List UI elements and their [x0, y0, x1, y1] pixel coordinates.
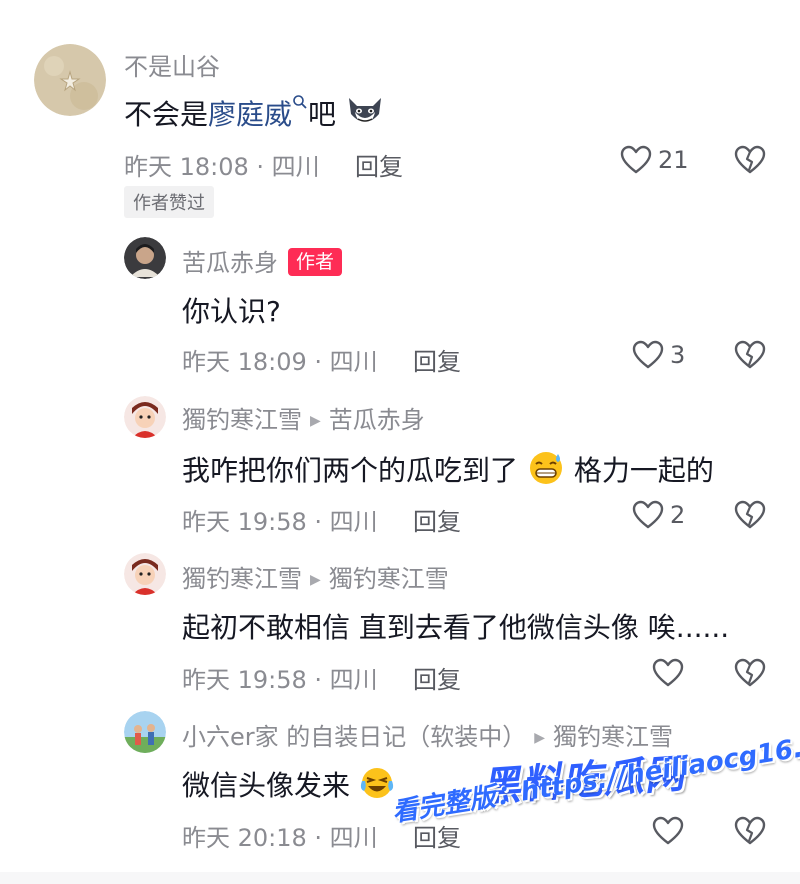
like-button[interactable]: 3	[632, 340, 685, 370]
starfish-sand-avatar-icon	[34, 44, 106, 116]
reply-text-before: 微信头像发来	[182, 769, 351, 802]
reply-button[interactable]: 回复	[413, 502, 461, 537]
like-button[interactable]	[652, 816, 684, 846]
avatar[interactable]	[124, 711, 166, 753]
avatar[interactable]	[124, 237, 166, 279]
avatar[interactable]	[34, 44, 106, 116]
reply-time: 昨天 19:58 · 四川	[182, 508, 378, 536]
reply-to-username[interactable]: 苦瓜赤身	[329, 406, 425, 434]
reply-button[interactable]: 回复	[413, 660, 461, 695]
reply-time: 昨天 19:58 · 四川	[182, 666, 378, 694]
reply-text-before: 我咋把你们两个的瓜吃到了	[182, 454, 519, 487]
author-liked-badge: 作者赞过	[124, 186, 214, 218]
broken-heart-icon	[734, 145, 766, 174]
heart-icon	[652, 816, 684, 845]
reply-time: 昨天 18:09 · 四川	[182, 348, 378, 376]
broken-heart-icon	[734, 340, 766, 369]
dislike-button[interactable]	[734, 340, 766, 374]
reply-username-text[interactable]: 小六er家 的自装日记（软装中）	[182, 723, 526, 751]
comment-text-after: 吧	[308, 98, 337, 131]
reply-time: 昨天 20:18 · 四川	[182, 824, 378, 852]
dislike-button[interactable]	[734, 816, 766, 850]
reply-text: 起初不敢相信 直到去看了他微信头像 唉......	[182, 611, 730, 644]
like-button[interactable]	[652, 658, 684, 688]
comment-time: 昨天 18:08 · 四川	[124, 153, 320, 181]
reply-button[interactable]: 回复	[413, 342, 461, 377]
comment-username[interactable]: 不是山谷	[124, 47, 220, 82]
bottom-divider	[0, 872, 800, 884]
search-icon[interactable]	[292, 94, 308, 110]
broken-heart-icon	[734, 658, 766, 687]
broken-heart-icon	[734, 816, 766, 845]
comment-text-before: 不会是	[124, 98, 209, 131]
reply-text: 微信头像发来	[182, 764, 395, 804]
reply-text: 我咋把你们两个的瓜吃到了 格力一起的	[182, 448, 714, 489]
heart-icon	[620, 145, 652, 174]
avatar[interactable]	[124, 396, 166, 438]
heart-icon	[632, 340, 664, 369]
reply-arrow-icon: ▶	[310, 413, 321, 429]
reply-button[interactable]: 回复	[355, 147, 403, 182]
family-photo-avatar-icon	[124, 711, 166, 753]
like-count: 2	[670, 501, 686, 529]
reply-username[interactable]: 獨钓寒江雪 ▶ 苦瓜赤身	[182, 400, 425, 435]
person-photo-avatar-icon	[124, 237, 166, 279]
avatar[interactable]	[124, 553, 166, 595]
reply-text-after: 格力一起的	[573, 454, 714, 487]
reply-username-text[interactable]: 獨钓寒江雪	[182, 565, 302, 593]
husky-emoji-icon	[348, 98, 381, 124]
cartoon-avatar-icon	[124, 396, 166, 438]
author-tag: 作者	[288, 248, 343, 276]
reply-username[interactable]: 獨钓寒江雪 ▶ 獨钓寒江雪	[182, 559, 449, 594]
cartoon-avatar-icon	[124, 553, 166, 595]
reply-text: 你认识?	[182, 295, 281, 328]
reply-arrow-icon: ▶	[534, 730, 546, 746]
comment-text: 不会是廖庭威吧	[124, 93, 385, 133]
dislike-button[interactable]	[734, 145, 766, 179]
like-button[interactable]: 2	[632, 500, 685, 530]
grimace-sweat-emoji-icon	[529, 452, 562, 484]
like-count: 21	[658, 146, 689, 174]
reply-arrow-icon: ▶	[310, 572, 321, 588]
like-button[interactable]: 21	[620, 145, 689, 175]
dislike-button[interactable]	[734, 658, 766, 692]
broken-heart-icon	[734, 500, 766, 529]
reply-to-username[interactable]: 獨钓寒江雪	[329, 565, 449, 593]
heart-icon	[632, 500, 664, 529]
reply-username[interactable]: 苦瓜赤身 作者	[182, 243, 343, 278]
reply-username-text[interactable]: 苦瓜赤身	[182, 249, 278, 277]
heart-icon	[652, 658, 684, 687]
dislike-button[interactable]	[734, 500, 766, 534]
like-count: 3	[670, 341, 686, 369]
reply-username-text[interactable]: 獨钓寒江雪	[182, 406, 302, 434]
search-link[interactable]: 廖庭威	[208, 98, 292, 131]
